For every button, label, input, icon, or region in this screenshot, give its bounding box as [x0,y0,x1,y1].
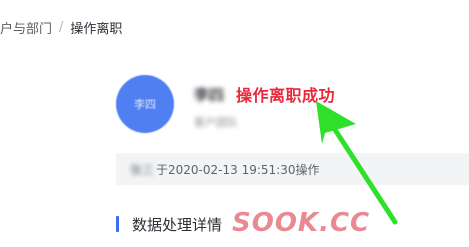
section-accent-bar [116,216,119,232]
breadcrumb-parent-link[interactable]: 户与部门 [0,18,52,37]
user-name: 李四 [194,86,225,104]
operation-info-bar: 张三 于2020-02-13 19:51:30操作 [116,153,469,185]
operator-name: 张三 [130,162,155,177]
breadcrumb-separator: / [59,19,64,35]
arrow-head [316,101,356,144]
breadcrumb: 户与部门 / 操作离职 [0,18,123,37]
success-status-text: 操作离职成功 [236,86,336,105]
operation-message: 于2020-02-13 19:51:30操作 [156,162,320,177]
avatar: 李四 [116,75,174,133]
avatar-initials: 李四 [134,98,156,111]
breadcrumb-current: 操作离职 [70,21,123,37]
user-department: 客户团队 [194,116,238,129]
section-title: 数据处理详情 [132,215,223,234]
watermark: SOOK.CC [232,208,371,238]
page: 户与部门 / 操作离职 李四 李四 操作离职成功 客户团队 张三 于2020-0… [0,0,469,247]
section-header: 数据处理详情 [116,214,222,234]
